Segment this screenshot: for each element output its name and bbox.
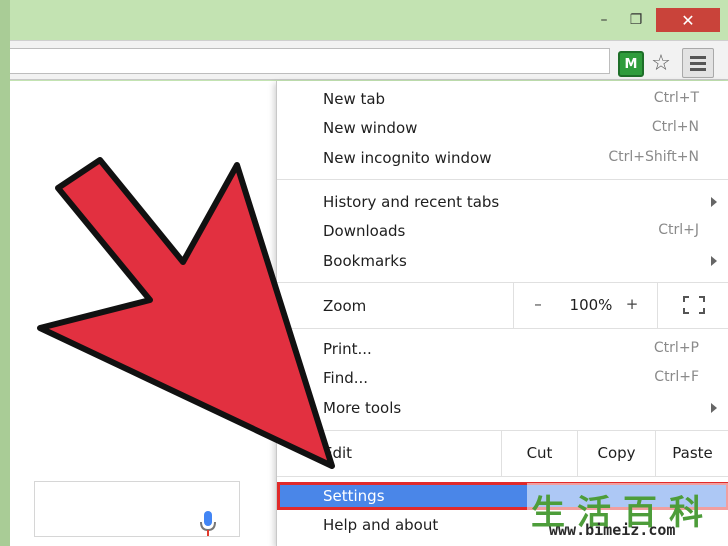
menu-item-downloads[interactable]: Downloads Ctrl+J xyxy=(277,217,728,246)
browser-toolbar: M ☆ xyxy=(10,40,728,80)
menu-item-more-tools[interactable]: More tools xyxy=(277,394,728,423)
paste-button[interactable]: Paste xyxy=(655,430,728,476)
menu-item-find[interactable]: Find... Ctrl+F xyxy=(277,364,728,393)
fullscreen-button[interactable] xyxy=(657,282,728,328)
zoom-level: 100% xyxy=(569,296,613,314)
menu-separator xyxy=(277,179,728,180)
menu-item-print[interactable]: Print... Ctrl+P xyxy=(277,335,728,364)
menu-separator xyxy=(277,476,728,477)
zoom-control: – 100% + xyxy=(513,282,657,328)
close-button[interactable]: ✕ xyxy=(656,8,720,32)
address-bar[interactable] xyxy=(10,48,610,74)
menu-item-new-incognito-window[interactable]: New incognito window Ctrl+Shift+N xyxy=(277,144,728,173)
submenu-arrow-icon xyxy=(711,403,717,413)
fullscreen-icon xyxy=(683,296,705,314)
zoom-out-button[interactable]: – xyxy=(528,295,548,313)
menu-item-history[interactable]: History and recent tabs xyxy=(277,188,728,217)
submenu-arrow-icon xyxy=(711,197,717,207)
zoom-in-button[interactable]: + xyxy=(622,295,642,313)
menu-separator xyxy=(277,328,728,329)
minimize-button[interactable]: – xyxy=(592,8,616,32)
watermark-url: www.bimeiz.com xyxy=(549,521,676,539)
watermark: 生活百科 www.bimeiz.com xyxy=(527,483,728,546)
menu-zoom-row: Zoom – 100% + xyxy=(277,282,728,328)
hamburger-menu-icon[interactable] xyxy=(682,48,714,78)
browser-window: – ❐ ✕ M ☆ New tab Ctrl+T New window Ctrl… xyxy=(10,0,728,546)
menu-item-new-tab[interactable]: New tab Ctrl+T xyxy=(277,85,728,114)
copy-button[interactable]: Copy xyxy=(577,430,655,476)
star-icon[interactable]: ☆ xyxy=(647,49,675,77)
maximize-button[interactable]: ❐ xyxy=(624,8,648,32)
menu-item-new-window[interactable]: New window Ctrl+N xyxy=(277,114,728,143)
chrome-menu: New tab Ctrl+T New window Ctrl+N New inc… xyxy=(276,81,728,546)
extension-icon[interactable]: M xyxy=(618,51,644,77)
menu-edit-row: Edit Cut Copy Paste xyxy=(277,430,728,476)
title-bar: – ❐ ✕ xyxy=(10,0,728,40)
submenu-arrow-icon xyxy=(711,256,717,266)
cut-button[interactable]: Cut xyxy=(501,430,577,476)
microphone-icon[interactable] xyxy=(200,511,216,537)
menu-item-bookmarks[interactable]: Bookmarks xyxy=(277,247,728,276)
